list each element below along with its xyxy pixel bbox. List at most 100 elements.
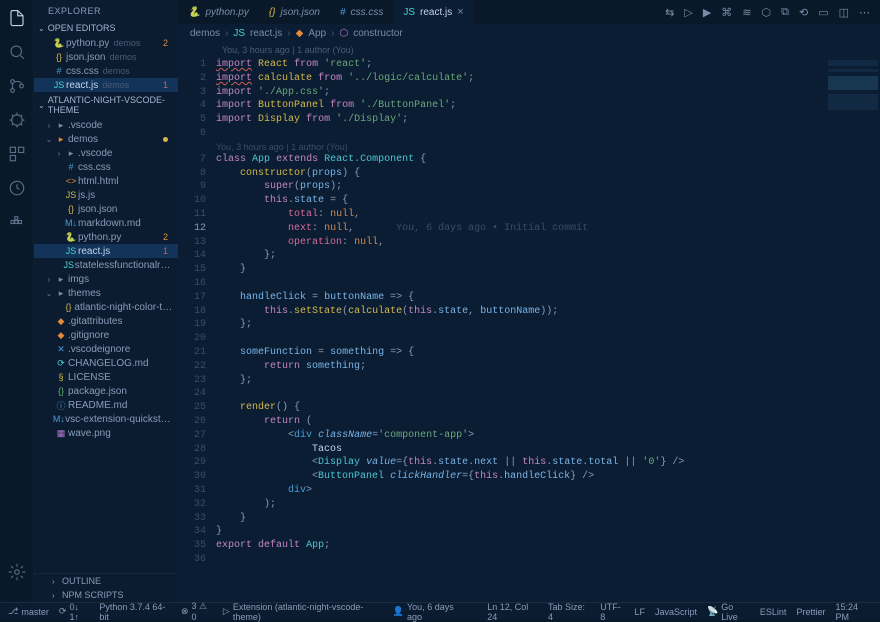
cube-icon[interactable]: ⬡ bbox=[762, 6, 772, 19]
code-line[interactable]: this.state = { bbox=[216, 194, 880, 208]
code-line[interactable]: import ButtonPanel from './ButtonPanel'; bbox=[216, 99, 880, 113]
folder-item[interactable]: ›▸.vscode bbox=[34, 118, 178, 132]
encoding[interactable]: UTF-8 bbox=[600, 602, 624, 622]
files-icon[interactable] bbox=[7, 8, 27, 28]
link-icon[interactable]: ⧉ bbox=[781, 6, 789, 19]
folder-item[interactable]: ›▸imgs bbox=[34, 272, 178, 286]
code-line[interactable] bbox=[216, 277, 880, 291]
run-icon[interactable]: ▷ bbox=[684, 6, 692, 19]
breadcrumb[interactable]: demos › JS react.js › ◆ App › ⬡ construc… bbox=[178, 24, 880, 42]
go-live[interactable]: 📡Go Live bbox=[707, 602, 750, 622]
eslint-status[interactable]: ESLint bbox=[760, 607, 787, 617]
test-icon[interactable] bbox=[7, 178, 27, 198]
code-line[interactable] bbox=[216, 127, 880, 141]
close-icon[interactable]: × bbox=[457, 6, 463, 18]
code-line[interactable]: <ButtonPanel clickHandler={this.handleCl… bbox=[216, 470, 880, 484]
code-line[interactable]: import React from 'react'; bbox=[216, 58, 880, 72]
project-section[interactable]: ⌄ ATLANTIC-NIGHT-VSCODE-THEME bbox=[34, 92, 178, 118]
minimap[interactable] bbox=[828, 60, 878, 120]
code-line[interactable]: }; bbox=[216, 374, 880, 388]
debug-icon[interactable] bbox=[7, 110, 27, 130]
source-control-icon[interactable] bbox=[7, 76, 27, 96]
extensions-icon[interactable] bbox=[7, 144, 27, 164]
file-item[interactable]: JSjs.js bbox=[34, 188, 178, 202]
refresh-icon[interactable]: ⟲ bbox=[799, 6, 808, 19]
language-mode[interactable]: JavaScript bbox=[655, 607, 697, 617]
code-line[interactable]: export default App; bbox=[216, 539, 880, 553]
eol[interactable]: LF bbox=[634, 607, 645, 617]
code-line[interactable]: operation: null, bbox=[216, 236, 880, 250]
file-item[interactable]: ⟳CHANGELOG.md bbox=[34, 356, 178, 370]
code-line[interactable]: total: null, bbox=[216, 208, 880, 222]
file-item[interactable]: ✕.vscodeignore bbox=[34, 342, 178, 356]
debug-target[interactable]: ▷Extension (atlantic-night-vscode-theme) bbox=[223, 602, 383, 622]
code-line[interactable]: constructor(props) { bbox=[216, 167, 880, 181]
file-item[interactable]: {}package.json bbox=[34, 384, 178, 398]
code-line[interactable]: import calculate from '../logic/calculat… bbox=[216, 72, 880, 86]
file-item[interactable]: §LICENSE bbox=[34, 370, 178, 384]
rect-icon[interactable]: ▭ bbox=[818, 6, 828, 19]
code-line[interactable]: return something; bbox=[216, 360, 880, 374]
editor-tab[interactable]: #css.css bbox=[330, 0, 393, 24]
compare-icon[interactable]: ⇆ bbox=[665, 6, 674, 19]
file-item[interactable]: {}atlantic-night-color-them… bbox=[34, 300, 178, 314]
file-item[interactable]: ⓘREADME.md bbox=[34, 398, 178, 412]
search-icon[interactable] bbox=[7, 42, 27, 62]
layers-icon[interactable]: ≋ bbox=[742, 6, 751, 19]
code-line[interactable]: someFunction = something => { bbox=[216, 346, 880, 360]
file-item[interactable]: ▦wave.png bbox=[34, 426, 178, 440]
code-area[interactable]: 1234567891011121314151617181920212223242… bbox=[178, 58, 880, 602]
more-icon[interactable]: ⋯ bbox=[859, 6, 870, 19]
file-item[interactable]: JSreact.js1 bbox=[34, 244, 178, 258]
git-branch[interactable]: ⎇master bbox=[8, 606, 49, 617]
open-editor-item[interactable]: #css.cssdemos bbox=[34, 64, 178, 78]
cursor-position[interactable]: Ln 12, Col 24 bbox=[487, 602, 538, 622]
split-icon[interactable]: ◫ bbox=[839, 6, 849, 19]
code-line[interactable]: class App extends React.Component { bbox=[216, 153, 880, 167]
code-line[interactable] bbox=[216, 553, 880, 567]
editor-tab[interactable]: {}json.json bbox=[259, 0, 330, 24]
tab-size[interactable]: Tab Size: 4 bbox=[548, 602, 590, 622]
file-item[interactable]: <>html.html bbox=[34, 174, 178, 188]
code-line[interactable]: render() { bbox=[216, 401, 880, 415]
file-item[interactable]: M↓vsc-extension-quickstart.md bbox=[34, 412, 178, 426]
settings-icon[interactable] bbox=[7, 562, 27, 582]
editor-tab[interactable]: JSreact.js× bbox=[393, 0, 473, 24]
file-item[interactable]: 🐍python.py2 bbox=[34, 230, 178, 244]
file-item[interactable]: ◆.gitattributes bbox=[34, 314, 178, 328]
problems[interactable]: ⊗3 ⚠ 0 bbox=[181, 601, 213, 622]
code-line[interactable]: }; bbox=[216, 318, 880, 332]
code-line[interactable]: ); bbox=[216, 498, 880, 512]
code-content[interactable]: import React from 'react';import calcula… bbox=[216, 58, 880, 602]
code-line[interactable]: } bbox=[216, 525, 880, 539]
grid-icon[interactable]: ⌘ bbox=[721, 6, 732, 19]
git-sync[interactable]: ⟳0↓ 1↑ bbox=[59, 602, 89, 622]
code-line[interactable]: }; bbox=[216, 249, 880, 263]
play-icon[interactable]: ▶ bbox=[703, 6, 711, 19]
code-line[interactable] bbox=[216, 387, 880, 401]
code-line[interactable]: super(props); bbox=[216, 180, 880, 194]
code-line[interactable] bbox=[216, 332, 880, 346]
code-line[interactable]: import Display from './Display'; bbox=[216, 113, 880, 127]
code-line[interactable]: } bbox=[216, 512, 880, 526]
open-editor-item[interactable]: JSreact.jsdemos1 bbox=[34, 78, 178, 92]
editor-tab[interactable]: 🐍python.py bbox=[178, 0, 259, 24]
file-item[interactable]: ◆.gitignore bbox=[34, 328, 178, 342]
code-line[interactable]: <div className='component-app'> bbox=[216, 429, 880, 443]
file-item[interactable]: JSstatelessfunctionalreact.js bbox=[34, 258, 178, 272]
python-interpreter[interactable]: Python 3.7.4 64-bit bbox=[99, 602, 171, 622]
code-line[interactable]: Tacos bbox=[216, 443, 880, 457]
folder-item[interactable]: ›▸.vscode bbox=[34, 146, 178, 160]
code-line[interactable]: } bbox=[216, 263, 880, 277]
folder-item[interactable]: ⌄▸demos bbox=[34, 132, 178, 146]
open-editor-item[interactable]: {}json.jsondemos bbox=[34, 50, 178, 64]
code-line[interactable]: next: null, You, 6 days ago • Initial co… bbox=[216, 222, 880, 236]
docker-icon[interactable] bbox=[7, 212, 27, 232]
outline-section[interactable]: › OUTLINE bbox=[34, 574, 178, 588]
open-editors-section[interactable]: ⌄ OPEN EDITORS bbox=[34, 20, 178, 36]
file-item[interactable]: M↓markdown.md bbox=[34, 216, 178, 230]
code-line[interactable]: this.setState(calculate(this.state, butt… bbox=[216, 305, 880, 319]
code-line[interactable]: import './App.css'; bbox=[216, 86, 880, 100]
blame-status[interactable]: 👤You, 6 days ago bbox=[393, 602, 467, 622]
code-line[interactable]: return ( bbox=[216, 415, 880, 429]
